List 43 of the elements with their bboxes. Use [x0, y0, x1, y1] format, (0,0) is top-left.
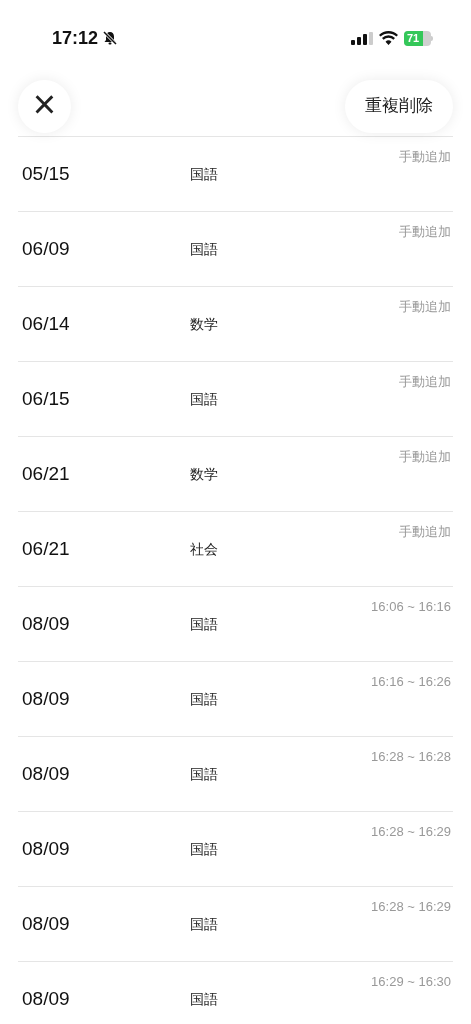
date-text: 08/09	[21, 686, 71, 711]
wifi-icon	[379, 31, 398, 45]
signal-icon	[351, 31, 373, 45]
bell-slash-icon	[102, 30, 119, 46]
entry-note: 16:29 ~ 16:30	[371, 973, 451, 991]
subject-text: 国語	[190, 614, 218, 634]
date-text: 08/09	[21, 986, 71, 1011]
battery-indicator: 71	[404, 30, 431, 46]
subject-text: 国語	[190, 389, 218, 409]
subject-text: 国語	[190, 239, 218, 259]
entry-note: 手動追加	[399, 373, 451, 391]
status-time: 17:12	[52, 26, 99, 50]
date-text: 08/09	[21, 911, 71, 936]
entry-note: 16:16 ~ 16:26	[371, 673, 451, 691]
subject-text: 国語	[190, 689, 218, 709]
subject-text: 国語	[190, 764, 218, 784]
entry-note: 16:06 ~ 16:16	[371, 598, 451, 616]
subject-text: 数学	[190, 314, 218, 334]
date-text: 06/21	[21, 536, 71, 561]
subject-text: 国語	[190, 164, 218, 184]
date-text: 06/14	[21, 311, 71, 336]
date-text: 08/09	[21, 836, 71, 861]
entry-note: 16:28 ~ 16:29	[371, 898, 451, 916]
subject-text: 社会	[190, 539, 218, 559]
remove-duplicates-button[interactable]: 重複削除	[345, 79, 453, 133]
subject-text: 国語	[190, 989, 218, 1009]
subject-text: 国語	[190, 839, 218, 859]
close-button[interactable]: ×	[18, 79, 71, 133]
date-text: 05/15	[21, 161, 71, 186]
entry-note: 16:28 ~ 16:28	[371, 748, 451, 766]
entry-note: 手動追加	[399, 223, 451, 241]
entry-note: 手動追加	[399, 523, 451, 541]
date-text: 06/15	[21, 386, 71, 411]
date-text: 06/21	[21, 461, 71, 486]
date-text: 06/09	[21, 236, 71, 261]
entry-note: 手動追加	[399, 148, 451, 166]
subject-text: 数学	[190, 464, 218, 484]
entry-note: 手動追加	[399, 448, 451, 466]
subject-text: 国語	[190, 914, 218, 934]
date-text: 08/09	[21, 611, 71, 636]
entry-note: 手動追加	[399, 298, 451, 316]
date-text: 08/09	[21, 761, 71, 786]
entry-note: 16:28 ~ 16:29	[371, 823, 451, 841]
